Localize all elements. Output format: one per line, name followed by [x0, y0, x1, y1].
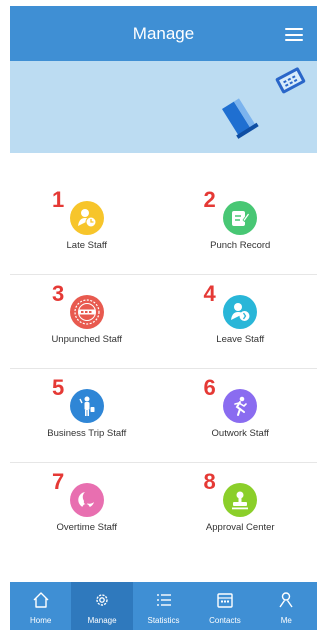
page-title: Manage — [132, 23, 195, 43]
grid-row: 1 Late Staff 2 Punch Record — [10, 181, 317, 275]
manage-grid: 1 Late Staff 2 Punch Record 3 Unpunched … — [10, 181, 317, 556]
banner — [10, 61, 317, 153]
unpunched-staff-tile[interactable]: 3 Unpunched Staff — [10, 275, 164, 368]
tile-number: 5 — [52, 375, 65, 400]
tab-label: Manage — [87, 616, 117, 625]
tile-label: Business Trip Staff — [47, 428, 127, 439]
approval-center-tile[interactable]: 8 Approval Center — [164, 463, 318, 556]
outwork-staff-tile[interactable]: 6 Outwork Staff — [164, 369, 318, 462]
bottom-nav: Home Manage Statistics Contacts Me — [10, 582, 317, 630]
punch-record-icon — [223, 201, 258, 235]
tile-label: Outwork Staff — [211, 428, 269, 439]
tile-number: 4 — [203, 281, 216, 306]
grid-row: 7 Overtime Staff 8 Approval Center — [10, 463, 317, 556]
books-illustration — [222, 67, 306, 139]
header-bar: Manage — [10, 6, 317, 61]
business-trip-icon — [69, 389, 104, 423]
tab-label: Contacts — [209, 616, 241, 625]
overtime-staff-tile[interactable]: 7 Overtime Staff — [10, 463, 164, 556]
tile-number: 1 — [52, 187, 65, 212]
tab-statistics[interactable]: Statistics — [133, 582, 194, 630]
hamburger-menu-icon[interactable] — [285, 28, 303, 41]
tab-label: Me — [280, 616, 292, 625]
tile-label: Unpunched Staff — [51, 334, 123, 345]
unpunched-stamp-icon — [69, 295, 104, 329]
home-icon — [33, 592, 49, 608]
tab-label: Home — [30, 616, 52, 625]
late-staff-tile[interactable]: 1 Late Staff — [10, 181, 164, 274]
tile-label: Approval Center — [205, 522, 275, 533]
leave-staff-tile[interactable]: 4 Leave Staff — [164, 275, 318, 368]
calendar-icon — [217, 593, 233, 608]
punch-record-tile[interactable]: 2 Punch Record — [164, 181, 318, 274]
tab-home[interactable]: Home — [10, 582, 71, 630]
late-clock-icon — [69, 201, 104, 235]
grid-row: 5 Business Trip Staff 6 Outwork Staff — [10, 369, 317, 463]
tile-number: 6 — [203, 375, 216, 400]
tile-number: 2 — [203, 187, 216, 212]
tile-number: 3 — [52, 281, 65, 306]
grid-row: 3 Unpunched Staff 4 Leave Staff — [10, 275, 317, 369]
tile-label: Punch Record — [210, 240, 271, 251]
tile-label: Late Staff — [66, 240, 108, 251]
approval-stamp-icon — [223, 483, 258, 517]
tile-number: 7 — [52, 469, 65, 494]
tab-contacts[interactable]: Contacts — [194, 582, 255, 630]
tab-manage[interactable]: Manage — [71, 582, 133, 630]
overtime-moon-icon — [69, 483, 104, 517]
tile-label: Leave Staff — [216, 334, 265, 345]
gear-icon — [96, 594, 108, 606]
person-icon — [279, 592, 293, 608]
list-icon — [156, 594, 171, 606]
tab-me[interactable]: Me — [256, 582, 317, 630]
business-trip-staff-tile[interactable]: 5 Business Trip Staff — [10, 369, 164, 462]
tile-number: 8 — [203, 469, 216, 494]
outwork-running-icon — [223, 389, 258, 423]
tile-label: Overtime Staff — [56, 522, 118, 533]
tab-label: Statistics — [147, 616, 180, 625]
leave-person-icon — [223, 295, 258, 329]
